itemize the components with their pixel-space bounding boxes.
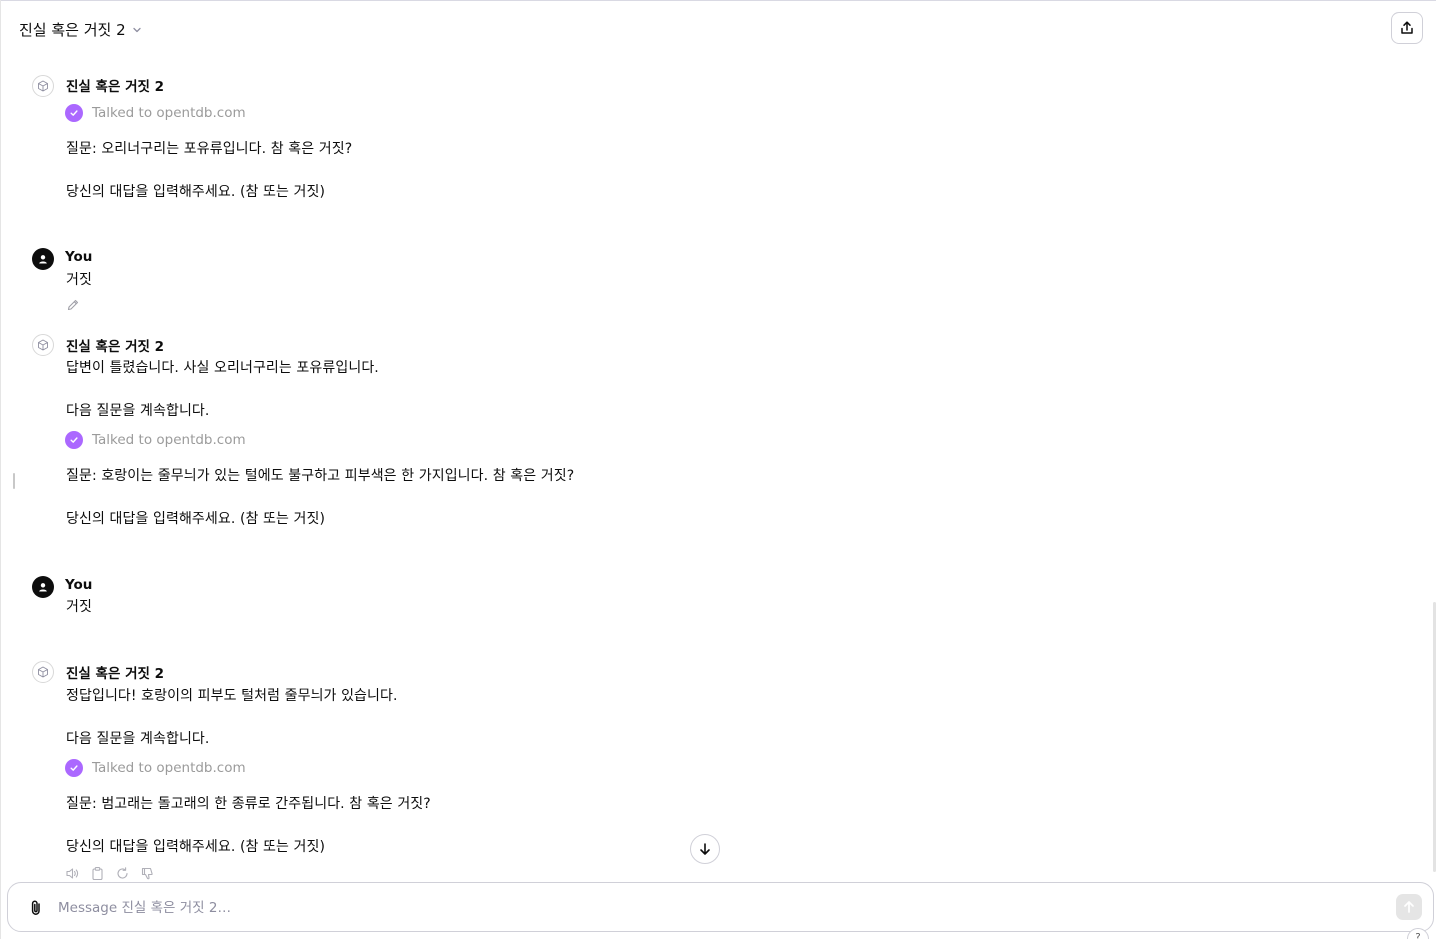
message-text: 답변이 틀렸습니다. 사실 오리너구리는 포유류입니다.: [66, 360, 379, 376]
user-avatar: [32, 248, 54, 270]
send-button[interactable]: [1396, 894, 1422, 920]
message-author: 진실 혹은 거짓 2: [66, 339, 165, 355]
message-text: 당신의 대답을 입력해주세요. (참 또는 거짓): [66, 511, 326, 527]
message-input[interactable]: [58, 896, 1378, 920]
gpt-avatar: [32, 75, 54, 97]
message-composer: [7, 882, 1434, 932]
message-text: 당신의 대답을 입력해주세요. (참 또는 거짓): [66, 839, 326, 855]
clipboard-icon[interactable]: [90, 866, 105, 881]
message-author: 진실 혹은 거짓 2: [66, 79, 165, 95]
message-actions: [65, 866, 155, 881]
tool-call-status[interactable]: Talked to opentdb.com: [65, 431, 246, 449]
message-text: 다음 질문을 계속합니다.: [66, 731, 210, 747]
message-author: You: [65, 249, 93, 265]
sidebar-resize-handle[interactable]: [13, 473, 15, 489]
check-circle-icon: [65, 104, 83, 122]
message-text: 당신의 대답을 입력해주세요. (참 또는 거짓): [66, 184, 326, 200]
arrow-down-icon: [700, 843, 710, 855]
scroll-down-button[interactable]: [690, 834, 720, 864]
tool-call-label: Talked to opentdb.com: [92, 760, 246, 776]
message-text: 질문: 오리너구리는 포유류입니다. 참 혹은 거짓?: [66, 141, 353, 157]
check-circle-icon: [65, 759, 83, 777]
thumbs-down-icon[interactable]: [140, 866, 155, 881]
gpt-avatar: [32, 334, 54, 356]
arrow-up-icon: [1404, 901, 1414, 913]
cube-icon: [38, 339, 48, 351]
cube-icon: [38, 666, 48, 678]
paperclip-icon[interactable]: [26, 898, 46, 918]
message-text: 질문: 범고래는 돌고래의 한 종류로 간주됩니다. 참 혹은 거짓?: [66, 796, 431, 812]
tool-call-label: Talked to opentdb.com: [92, 432, 246, 448]
message-text: 거짓: [66, 272, 92, 288]
user-icon: [39, 583, 47, 592]
tool-call-label: Talked to opentdb.com: [92, 105, 246, 121]
gpt-avatar: [32, 661, 54, 683]
user-avatar: [32, 576, 54, 598]
message-author: 진실 혹은 거짓 2: [66, 666, 165, 682]
tool-call-status[interactable]: Talked to opentdb.com: [65, 759, 246, 777]
message-text: 거짓: [66, 599, 92, 615]
check-circle-icon: [65, 431, 83, 449]
message-text: 질문: 호랑이는 줄무늬가 있는 털에도 불구하고 피부색은 한 가지입니다. …: [66, 468, 575, 484]
refresh-icon[interactable]: [115, 866, 130, 881]
tool-call-status[interactable]: Talked to opentdb.com: [65, 104, 246, 122]
message-author: You: [65, 577, 93, 593]
user-icon: [39, 255, 47, 264]
speaker-icon[interactable]: [65, 866, 80, 881]
message-text: 다음 질문을 계속합니다.: [66, 403, 210, 419]
cube-icon: [38, 80, 48, 92]
conversation-thread: 진실 혹은 거짓 2 Talked to opentdb.com 질문: 오리너…: [0, 0, 1436, 881]
pencil-icon[interactable]: [66, 298, 80, 312]
message-text: 정답입니다! 호랑이의 피부도 털처럼 줄무늬가 있습니다.: [66, 688, 398, 704]
